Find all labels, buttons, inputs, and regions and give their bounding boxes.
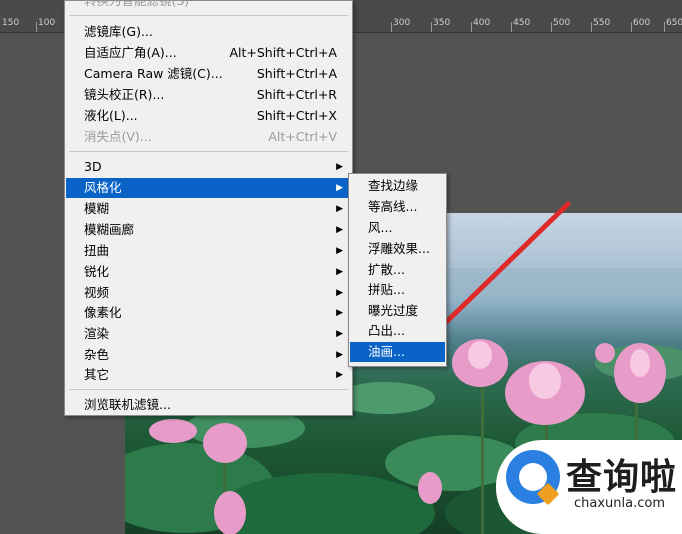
menu-item-vanishing-point: 消失点(V)... Alt+Ctrl+V [84,129,337,144]
submenu-item-extrude[interactable]: 凸出... [350,321,445,341]
menu-item-browse-filters-online[interactable]: 浏览联机滤镜... [66,395,351,415]
menu-item-liquify[interactable]: 液化(L)... Shift+Ctrl+X [66,106,351,126]
submenu-item-find-edges[interactable]: 查找边缘 [350,176,445,196]
menu-item-blur-gallery[interactable]: 模糊画廊 ▶ [66,220,351,240]
submenu-arrow-icon: ▶ [336,370,343,380]
menu-item-3d[interactable]: 3D ▶ [66,157,351,177]
filter-menu: 转换为智能滤镜(S) 滤镜库(G)... 自适应广角(A)... Alt+Shi… [64,0,353,416]
submenu-arrow-icon: ▶ [336,329,343,339]
submenu-arrow-icon: ▶ [336,204,343,214]
submenu-arrow-icon: ▶ [336,246,343,256]
menu-separator [69,389,348,390]
menu-item-stylize[interactable]: 风格化 ▶ [66,178,351,198]
submenu-item-trace-contour[interactable]: 等高线... [350,197,445,217]
menu-item-distort[interactable]: 扭曲 ▶ [66,241,351,261]
menu-separator [69,151,348,152]
stylize-submenu: 查找边缘 等高线... 风... 浮雕效果... 扩散... 拼贴... 曝光过… [348,173,447,367]
watermark-logo: 查询啦 chaxunla.com [496,440,682,534]
watermark-domain-text: chaxunla.com [574,496,665,511]
submenu-arrow-icon: ▶ [336,162,343,172]
menu-item-lens-correction[interactable]: 镜头校正(R)... Shift+Ctrl+R [66,85,351,105]
submenu-item-oil-paint[interactable]: 油画... [350,342,445,362]
submenu-item-wind[interactable]: 风... [350,218,445,238]
menu-item-filter-gallery[interactable]: 滤镜库(G)... [66,22,351,42]
menu-item-render[interactable]: 渲染 ▶ [66,324,351,344]
submenu-item-tiles[interactable]: 拼贴... [350,280,445,300]
menu-item-video[interactable]: 视频 ▶ [66,283,351,303]
watermark-brand-text: 查询啦 [566,457,678,498]
submenu-item-emboss[interactable]: 浮雕效果... [350,239,445,259]
menu-item-noise[interactable]: 杂色 ▶ [66,345,351,365]
submenu-item-diffuse[interactable]: 扩散... [350,260,445,280]
submenu-arrow-icon: ▶ [336,267,343,277]
submenu-arrow-icon: ▶ [336,308,343,318]
menu-item-pixelate[interactable]: 像素化 ▶ [66,303,351,323]
submenu-arrow-icon: ▶ [336,183,343,193]
submenu-arrow-icon: ▶ [336,288,343,298]
submenu-arrow-icon: ▶ [336,350,343,360]
menu-item-adaptive-wide-angle[interactable]: 自适应广角(A)... Alt+Shift+Ctrl+A [66,43,351,63]
menu-item-blur[interactable]: 模糊 ▶ [66,199,351,219]
submenu-item-solarize[interactable]: 曝光过度 [350,301,445,321]
menu-item-camera-raw[interactable]: Camera Raw 滤镜(C)... Shift+Ctrl+A [66,64,351,84]
menu-item-other[interactable]: 其它 ▶ [66,365,351,385]
menu-item-sharpen[interactable]: 锐化 ▶ [66,262,351,282]
menu-item-convert-smart-filter: 转换为智能滤镜(S) [84,0,190,8]
menu-separator [69,15,348,16]
submenu-arrow-icon: ▶ [336,225,343,235]
